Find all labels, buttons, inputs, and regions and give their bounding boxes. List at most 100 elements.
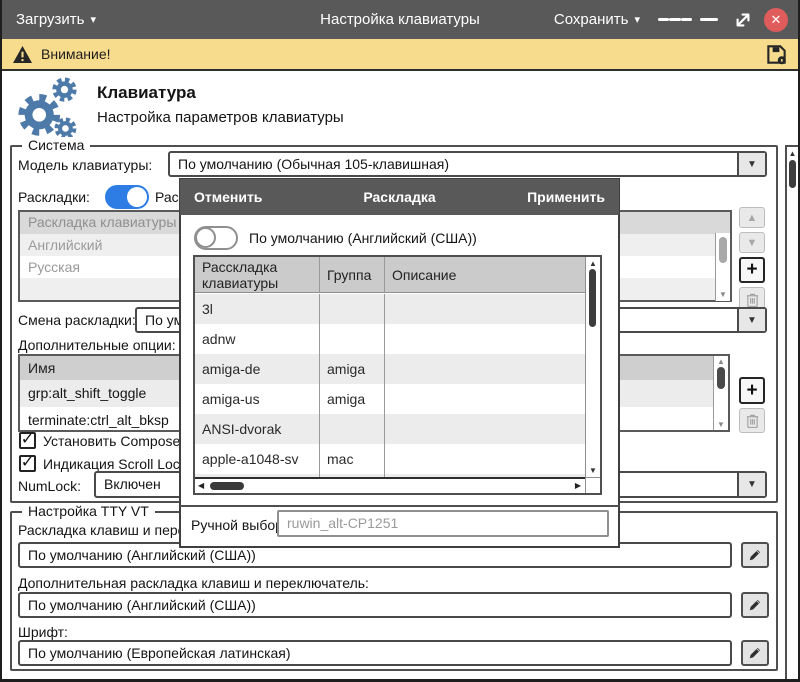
load-menu-label: Загрузить (16, 11, 85, 28)
compose-checkbox-label: Установить Compose (43, 433, 180, 449)
dialog-separator (180, 505, 619, 507)
warning-icon (12, 45, 33, 64)
keyboard-model-label: Модель клавиатуры: (18, 157, 152, 173)
compose-checkbox[interactable]: ✓ (19, 432, 36, 449)
warning-bar: Внимание! (2, 39, 798, 71)
tty-font-edit-button[interactable] (741, 640, 769, 666)
pencil-icon (748, 598, 762, 612)
layouts-table-body: 3l adnw amiga-deamiga amiga-usamiga ANSI… (195, 294, 585, 477)
tty-extra-label: Дополнительная раскладка клавиш и перекл… (18, 575, 369, 591)
layout-dialog: Отменить Раскладка Применить По умолчани… (179, 178, 620, 548)
chevron-down-icon: ▼ (737, 153, 765, 175)
scrollbar-corner (585, 477, 600, 493)
close-button[interactable]: ✕ (764, 8, 788, 32)
scrollbar-thumb[interactable] (717, 367, 725, 389)
tty-extra-edit-button[interactable] (741, 592, 769, 618)
expand-icon (734, 11, 752, 29)
default-layout-toggle-label: По умолчанию (Английский (США)) (249, 230, 477, 246)
layouts-label: Раскладки: (18, 189, 90, 205)
tty-layout-edit-button[interactable] (741, 542, 769, 568)
close-icon: ✕ (771, 12, 782, 28)
manual-select-input[interactable]: ruwin_alt-CP1251 (277, 510, 609, 537)
default-layout-toggle[interactable] (194, 226, 238, 250)
layout-move-down-button: ▼ (739, 232, 765, 253)
table-row[interactable]: 3l (195, 294, 585, 324)
page-subtitle: Настройка параметров клавиатуры (97, 109, 344, 126)
column-header: Расскладка клавиатуры (195, 257, 320, 292)
cancel-button[interactable]: Отменить (194, 189, 262, 205)
tty-layout-label: Раскладка клавиш и пере (18, 522, 185, 538)
chevron-down-icon: ▾ (634, 13, 640, 26)
toggle-knob (195, 227, 216, 248)
scroll-up-icon: ▲ (586, 259, 600, 268)
chevron-down-icon: ▾ (91, 13, 97, 26)
pencil-icon (748, 646, 762, 660)
hamburger-menu-icon[interactable] (658, 5, 692, 35)
main-scrollbar[interactable]: ▲ ▼ (785, 145, 800, 682)
save-menu-label: Сохранить (554, 11, 629, 28)
scroll-down-icon: ▼ (586, 466, 600, 475)
column-header: Описание (385, 257, 585, 292)
minimize-icon (700, 18, 718, 22)
layout-move-up-button: ▲ (739, 207, 765, 228)
scroll-up-icon: ▲ (787, 149, 798, 158)
option-add-button[interactable]: + (739, 377, 765, 404)
main-content: Клавиатура Настройка параметров клавиату… (2, 71, 798, 679)
keyboard-model-value: По умолчанию (Обычная 105-клавишная) (178, 153, 449, 175)
load-menu-button[interactable]: Загрузить ▾ (16, 11, 96, 28)
scrollbar-thumb[interactable] (210, 482, 244, 490)
layouts-table-header: Расскладка клавиатуры Группа Описание (195, 257, 585, 293)
scroll-down-icon: ▼ (714, 420, 728, 429)
layouts-table: Расскладка клавиатуры Группа Описание 3l… (193, 255, 602, 495)
layouts-list-scrollbar[interactable]: ▼ (715, 233, 730, 301)
scroll-left-icon: ◀ (198, 481, 204, 490)
scroll-up-icon: ▲ (714, 357, 728, 366)
layout-dialog-titlebar: Отменить Раскладка Применить (180, 179, 619, 215)
tty-font-field[interactable]: По умолчанию (Европейская латинская) (18, 640, 732, 666)
titlebar: Загрузить ▾ Настройка клавиатуры Сохрани… (2, 0, 798, 39)
table-row[interactable]: adnw (195, 324, 585, 354)
scroll-down-icon: ▼ (716, 290, 730, 299)
table-row[interactable]: amiga-deamiga (195, 354, 585, 384)
scrollbar-thumb[interactable] (789, 160, 796, 188)
table-row[interactable]: amiga-usamiga (195, 384, 585, 414)
floppy-disk-icon (765, 43, 788, 66)
layouts-table-vscrollbar[interactable]: ▲ ▼ (585, 257, 600, 477)
extra-options-label: Дополнительные опции: (18, 337, 176, 353)
tty-font-label: Шрифт: (18, 624, 68, 640)
layout-add-button[interactable]: + (739, 257, 765, 283)
manual-select-label: Ручной выбор: (191, 517, 287, 533)
keyboard-settings-window: Загрузить ▾ Настройка клавиатуры Сохрани… (0, 0, 800, 682)
tty-extra-field[interactable]: По умолчанию (Английский (США)) (18, 592, 732, 618)
system-legend: Система (22, 137, 90, 153)
numlock-label: NumLock: (18, 478, 81, 494)
apply-button[interactable]: Применить (527, 189, 605, 205)
options-table-scrollbar[interactable]: ▲ ▼ (713, 356, 728, 430)
trash-icon (746, 413, 759, 428)
numlock-value: Включен (104, 473, 161, 495)
layout-switch-label: Смена раскладки: (18, 312, 136, 328)
minimize-button[interactable] (692, 5, 726, 35)
option-delete-button (739, 408, 765, 433)
scrolllock-checkbox[interactable]: ✓ (19, 455, 36, 472)
tty-legend: Настройка TTY VT (22, 503, 155, 519)
scrollbar-thumb[interactable] (719, 237, 727, 263)
warning-text: Внимание! (41, 46, 111, 62)
fullscreen-button[interactable] (726, 5, 760, 35)
save-file-button[interactable] (765, 43, 788, 66)
keyboard-model-select[interactable]: По умолчанию (Обычная 105-клавишная) ▼ (168, 151, 767, 177)
chevron-down-icon: ▼ (737, 309, 765, 331)
table-row[interactable]: ANSI-dvorak (195, 414, 585, 444)
save-menu-button[interactable]: Сохранить ▾ (554, 11, 640, 28)
chevron-down-icon: ▼ (737, 473, 765, 496)
layouts-table-hscrollbar[interactable]: ◀ ▶ (195, 477, 585, 493)
layouts-toggle[interactable] (105, 185, 149, 209)
toggle-knob (127, 187, 147, 207)
layout-switch-value: По ум (145, 309, 183, 331)
keyboard-gears-icon (12, 77, 82, 143)
table-row[interactable]: apple-a1048-svmac (195, 444, 585, 474)
trash-icon (746, 292, 759, 307)
column-header: Группа (320, 257, 385, 292)
pencil-icon (748, 548, 762, 562)
scrollbar-thumb[interactable] (589, 269, 596, 327)
